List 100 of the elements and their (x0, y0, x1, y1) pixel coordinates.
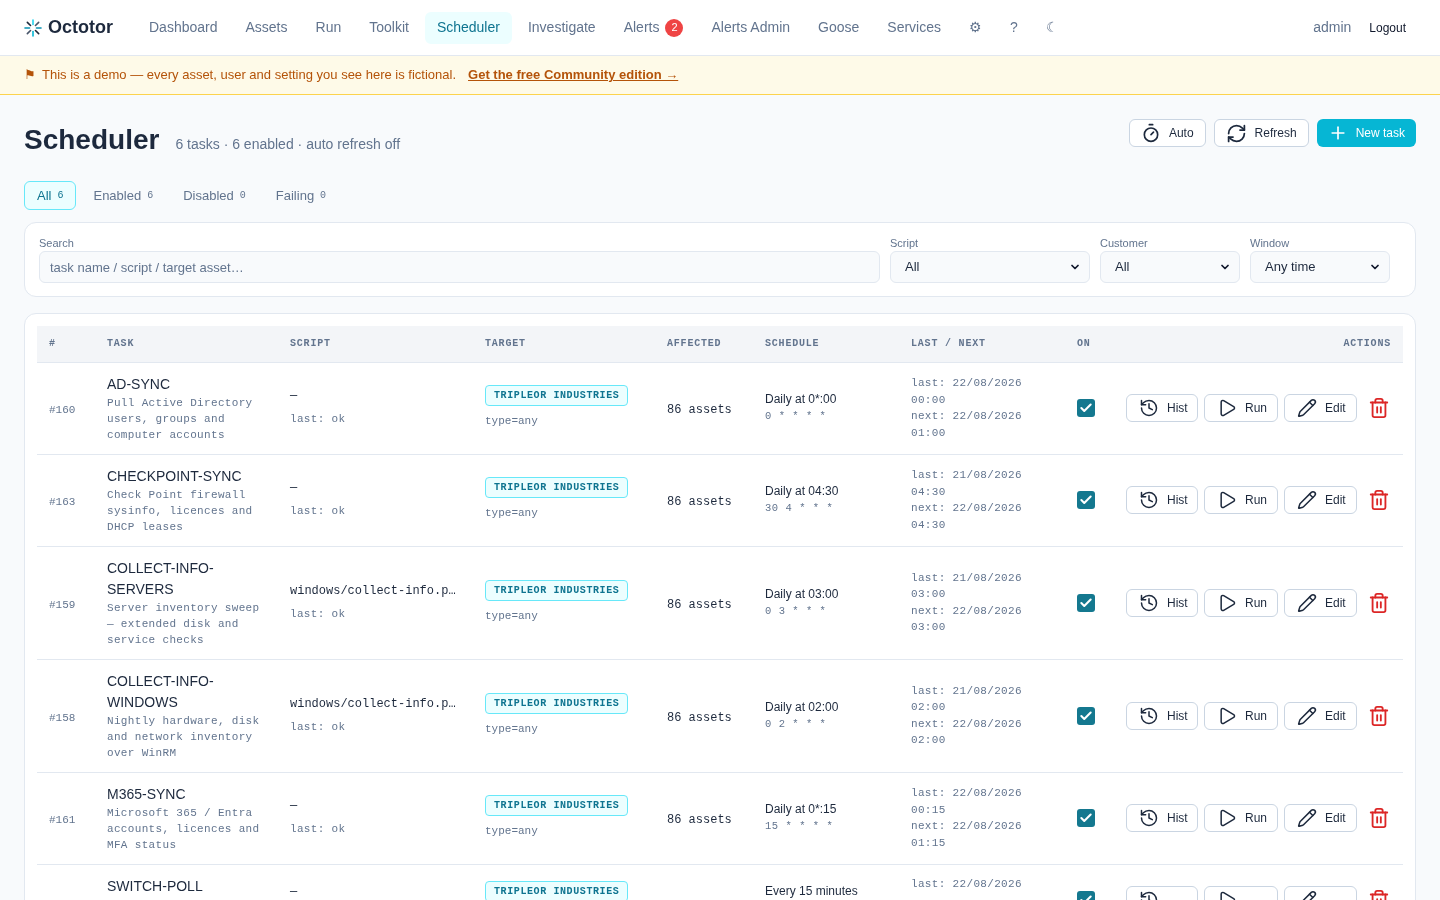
script-path: windows/collect-info.p… (290, 582, 456, 600)
run-button[interactable]: Run (1204, 804, 1278, 832)
cron-expression: 0 3 * * * (765, 603, 828, 619)
pencil-icon (1297, 705, 1317, 726)
pencil-icon (1297, 490, 1317, 510)
checkmark-icon (1079, 811, 1093, 825)
next-run-time: next: 22/08/2026 01:15 (911, 819, 1023, 851)
column-header: AFFECTED (655, 326, 753, 362)
filter-tab[interactable]: All 6 (24, 181, 77, 210)
affected-count: 86 assets (667, 403, 732, 417)
nav-link[interactable]: Toolkit (357, 11, 421, 44)
history-button[interactable]: Hist (1126, 394, 1198, 422)
filter-tab[interactable]: Disabled 0 (170, 181, 259, 210)
history-icon (1139, 808, 1159, 828)
enabled-checkbox[interactable] (1077, 809, 1095, 827)
task-name: AD-SYNC (107, 374, 171, 394)
history-icon (1139, 398, 1159, 418)
task-id: #160 (49, 404, 76, 416)
history-button[interactable]: Hist (1126, 701, 1198, 730)
play-icon (1217, 490, 1237, 510)
run-button[interactable]: Run (1204, 701, 1278, 730)
select-field[interactable]: All (1100, 251, 1240, 283)
task-description: Check Point firewall sysinfo, licences and DHCP leases (107, 487, 254, 535)
search-field[interactable]: task name / script / target asset… (39, 251, 880, 283)
task-name: COLLECT-INFO-WINDOWS (107, 671, 215, 712)
user-name: admin (1313, 18, 1352, 37)
cron-expression: 30 4 * * * (765, 501, 835, 516)
play-icon (1217, 398, 1237, 418)
affected-count: 86 assets (667, 710, 732, 725)
next-run-time: next: 22/08/2026 01:00 (911, 409, 1023, 441)
nav-link[interactable]: Assets (233, 11, 300, 44)
history-icon (1139, 490, 1159, 510)
task-description: Server inventory sweep — extended disk and service checks (107, 600, 261, 648)
refresh-button[interactable]: Refresh (1213, 119, 1309, 147)
field-label: Window (1250, 236, 1291, 250)
page-title: Scheduler (24, 123, 160, 157)
column-header: ON (1065, 326, 1111, 362)
auto-refresh-button[interactable]: Auto (1128, 119, 1206, 147)
edit-button[interactable]: Edit (1284, 394, 1357, 422)
nav-link[interactable]: Alerts 2 (611, 11, 696, 44)
history-icon (1139, 592, 1159, 613)
target-filter: type=any (485, 415, 538, 427)
customer-tag: TRIPLEOR INDUSTRIES (485, 795, 629, 816)
task-name: SWITCH-POLL (107, 876, 204, 896)
nav-tool-button[interactable]: ? (998, 11, 1030, 44)
filter-tab[interactable]: Enabled 6 (80, 181, 167, 210)
nav-link[interactable]: Goose (806, 11, 872, 44)
run-button[interactable]: Run (1204, 588, 1278, 617)
script-status: last: ok (290, 823, 346, 835)
nav-link[interactable]: Alerts Admin (699, 11, 803, 44)
customer-tag: TRIPLEOR INDUSTRIES (485, 579, 629, 601)
nav-link[interactable]: Services (875, 11, 953, 44)
customer-tag: TRIPLEOR INDUSTRIES (485, 477, 629, 498)
edit-button[interactable]: Edit (1284, 804, 1357, 832)
pencil-icon (1297, 592, 1317, 613)
nav-link[interactable]: Scheduler (424, 11, 512, 44)
edit-button[interactable]: Edit (1284, 486, 1357, 514)
customer-tag: TRIPLEOR INDUSTRIES (485, 385, 629, 406)
schedule-text: Daily at 03:00 (765, 585, 840, 603)
play-icon (1217, 592, 1237, 613)
history-button[interactable]: Hist (1126, 486, 1198, 514)
enabled-checkbox[interactable] (1077, 706, 1095, 725)
nav-tool-button[interactable]: ⚙ (957, 11, 994, 44)
enabled-checkbox[interactable] (1077, 593, 1095, 612)
run-button[interactable]: Run (1204, 486, 1278, 514)
logout-button[interactable]: Logout (1359, 13, 1416, 42)
next-run-time: next: 22/08/2026 04:30 (911, 501, 1023, 533)
select-field[interactable]: All (890, 251, 1090, 283)
task-description: Nightly hardware, disk and network inventory over WinRM (107, 713, 261, 761)
affected-count: 86 assets (667, 495, 732, 509)
pencil-icon (1297, 808, 1317, 828)
task-id: #161 (49, 814, 76, 826)
history-button[interactable]: Hist (1126, 588, 1198, 617)
page-summary: 6 tasks · 6 enabled · auto refresh off (175, 135, 401, 154)
history-button[interactable]: Hist (1126, 804, 1198, 832)
run-button[interactable]: Run (1204, 394, 1278, 422)
affected-count: 86 assets (667, 597, 732, 612)
nav-link[interactable]: Run (303, 11, 354, 44)
field-label: Script (890, 236, 920, 250)
community-edition-link[interactable]: Get the free Community edition → (468, 65, 679, 85)
nav-link[interactable]: Investigate (515, 11, 608, 44)
affected-count: 86 assets (667, 813, 732, 827)
nav-tool-button[interactable]: ☾ (1033, 11, 1071, 44)
script-status: last: ok (290, 720, 346, 733)
brand-name[interactable]: Octotor (48, 14, 113, 41)
column-header: TASK (95, 326, 278, 362)
checkmark-icon (1079, 401, 1093, 415)
field-label: Search (39, 236, 75, 250)
enabled-checkbox[interactable] (1077, 399, 1095, 417)
edit-button[interactable]: Edit (1284, 588, 1357, 617)
column-header: SCHEDULE (753, 326, 899, 362)
nav-link[interactable]: Dashboard (137, 11, 230, 44)
cron-expression: 0 * * * * (765, 409, 828, 424)
task-id: #158 (49, 711, 76, 724)
filter-tab[interactable]: Failing 0 (262, 181, 340, 210)
enabled-checkbox[interactable] (1077, 491, 1095, 509)
banner-message: This is a demo — every asset, user and setting you see here is fictional. (42, 66, 457, 85)
select-field[interactable]: Any time (1250, 251, 1390, 283)
edit-button[interactable]: Edit (1284, 701, 1357, 730)
play-icon (1217, 808, 1237, 828)
